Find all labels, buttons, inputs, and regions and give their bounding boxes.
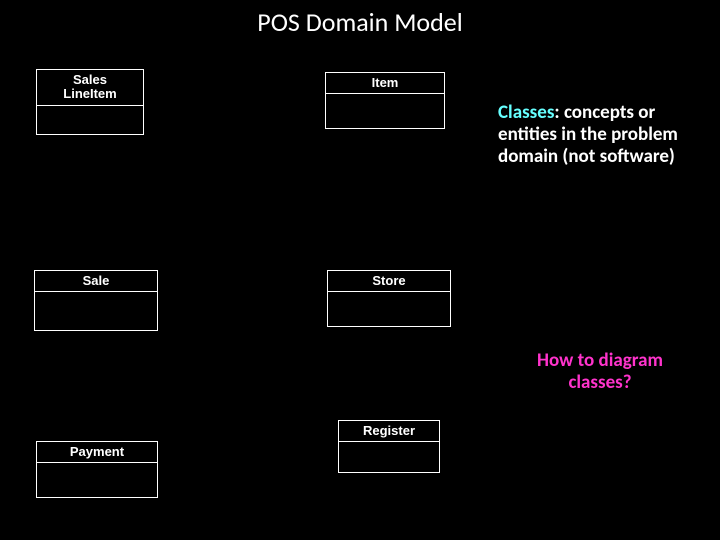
class-payment: Payment (36, 441, 158, 498)
class-body (35, 292, 157, 330)
class-body (326, 94, 444, 128)
class-item: Item (325, 72, 445, 129)
class-body (37, 463, 157, 497)
class-store: Store (327, 270, 451, 327)
slide: POS Domain Model Sales LineItem Item Sal… (0, 0, 720, 540)
page-title: POS Domain Model (0, 6, 720, 38)
class-header: Sales LineItem (37, 70, 143, 106)
class-register: Register (338, 420, 440, 473)
class-header: Register (339, 421, 439, 442)
class-body (37, 106, 143, 134)
class-header: Item (326, 73, 444, 94)
class-body (328, 292, 450, 326)
class-header: Payment (37, 442, 157, 463)
class-body (339, 442, 439, 472)
note-classes-concepts: Classes: concepts or entities in the pro… (498, 102, 706, 168)
class-sales-line-item: Sales LineItem (36, 69, 144, 135)
note-how-to-diagram: How to diagram classes? (510, 350, 690, 394)
class-header: Store (328, 271, 450, 292)
class-sale: Sale (34, 270, 158, 331)
note-keyword: Classes (498, 101, 554, 124)
class-header: Sale (35, 271, 157, 292)
